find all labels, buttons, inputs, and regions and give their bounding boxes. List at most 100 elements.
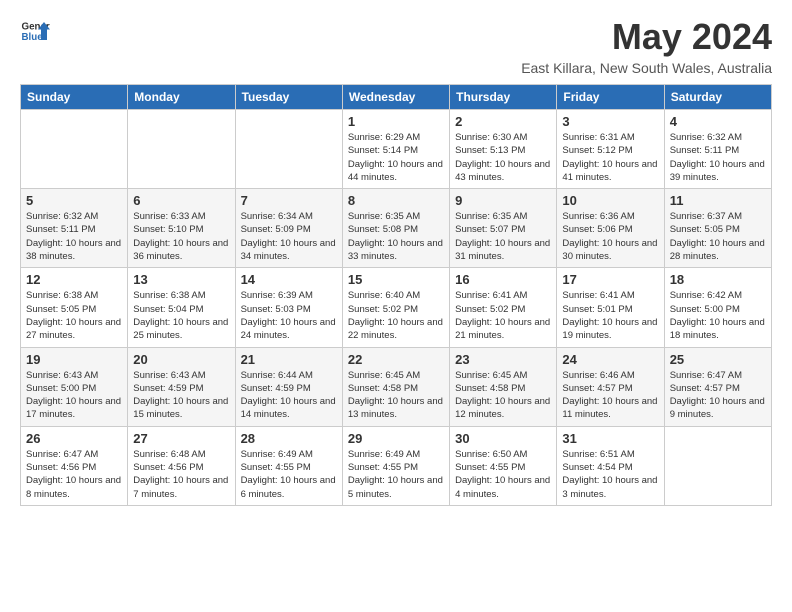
col-wednesday: Wednesday	[342, 85, 449, 110]
daylight-text: Daylight: 10 hours and 9 minutes.	[670, 396, 765, 420]
col-saturday: Saturday	[664, 85, 771, 110]
day-info: Sunrise: 6:32 AMSunset: 5:11 PMDaylight:…	[670, 131, 766, 184]
col-tuesday: Tuesday	[235, 85, 342, 110]
calendar-table: Sunday Monday Tuesday Wednesday Thursday…	[20, 84, 772, 506]
daylight-text: Daylight: 10 hours and 15 minutes.	[133, 396, 228, 420]
day-number: 7	[241, 193, 337, 208]
sunrise-text: Sunrise: 6:32 AM	[26, 211, 98, 222]
sunrise-text: Sunrise: 6:29 AM	[348, 132, 420, 143]
day-number: 16	[455, 272, 551, 287]
daylight-text: Daylight: 10 hours and 24 minutes.	[241, 317, 336, 341]
day-info: Sunrise: 6:34 AMSunset: 5:09 PMDaylight:…	[241, 210, 337, 263]
day-number: 13	[133, 272, 229, 287]
sunrise-text: Sunrise: 6:39 AM	[241, 290, 313, 301]
table-row	[664, 426, 771, 505]
day-info: Sunrise: 6:35 AMSunset: 5:07 PMDaylight:…	[455, 210, 551, 263]
table-row: 29Sunrise: 6:49 AMSunset: 4:55 PMDayligh…	[342, 426, 449, 505]
table-row: 24Sunrise: 6:46 AMSunset: 4:57 PMDayligh…	[557, 347, 664, 426]
calendar-week-row: 1Sunrise: 6:29 AMSunset: 5:14 PMDaylight…	[21, 110, 772, 189]
day-info: Sunrise: 6:37 AMSunset: 5:05 PMDaylight:…	[670, 210, 766, 263]
day-info: Sunrise: 6:48 AMSunset: 4:56 PMDaylight:…	[133, 448, 229, 501]
table-row: 28Sunrise: 6:49 AMSunset: 4:55 PMDayligh…	[235, 426, 342, 505]
sunset-text: Sunset: 4:58 PM	[455, 383, 525, 394]
sunset-text: Sunset: 5:11 PM	[670, 145, 740, 156]
day-info: Sunrise: 6:43 AMSunset: 4:59 PMDaylight:…	[133, 369, 229, 422]
day-info: Sunrise: 6:31 AMSunset: 5:12 PMDaylight:…	[562, 131, 658, 184]
daylight-text: Daylight: 10 hours and 25 minutes.	[133, 317, 228, 341]
day-number: 14	[241, 272, 337, 287]
sunrise-text: Sunrise: 6:51 AM	[562, 449, 634, 460]
day-number: 28	[241, 431, 337, 446]
daylight-text: Daylight: 10 hours and 12 minutes.	[455, 396, 550, 420]
sunset-text: Sunset: 5:12 PM	[562, 145, 632, 156]
sunset-text: Sunset: 4:55 PM	[241, 462, 311, 473]
day-info: Sunrise: 6:32 AMSunset: 5:11 PMDaylight:…	[26, 210, 122, 263]
day-info: Sunrise: 6:41 AMSunset: 5:01 PMDaylight:…	[562, 289, 658, 342]
page-header: General Blue May 2024 East Killara, New …	[20, 16, 772, 76]
table-row: 27 Sunrise: 6:48 AMSunset: 4:56 PMDayligh…	[128, 426, 235, 505]
sunset-text: Sunset: 4:55 PM	[348, 462, 418, 473]
col-friday: Friday	[557, 85, 664, 110]
sunrise-text: Sunrise: 6:43 AM	[26, 370, 98, 381]
day-number: 23	[455, 352, 551, 367]
day-info: Sunrise: 6:39 AMSunset: 5:03 PMDaylight:…	[241, 289, 337, 342]
sunrise-text: Sunrise: 6:49 AM	[241, 449, 313, 460]
table-row: 15Sunrise: 6:40 AMSunset: 5:02 PMDayligh…	[342, 268, 449, 347]
day-number: 24	[562, 352, 658, 367]
day-info: Sunrise: 6:33 AMSunset: 5:10 PMDaylight:…	[133, 210, 229, 263]
calendar-header-row: Sunday Monday Tuesday Wednesday Thursday…	[21, 85, 772, 110]
month-title: May 2024	[521, 16, 772, 58]
daylight-text: Daylight: 10 hours and 5 minutes.	[348, 475, 443, 499]
sunset-text: Sunset: 5:13 PM	[455, 145, 525, 156]
day-info: Sunrise: 6:47 AMSunset: 4:57 PMDaylight:…	[670, 369, 766, 422]
sunrise-text: Sunrise: 6:31 AM	[562, 132, 634, 143]
sunrise-text: Sunrise: 6:35 AM	[455, 211, 527, 222]
calendar-week-row: 12Sunrise: 6:38 AMSunset: 5:05 PMDayligh…	[21, 268, 772, 347]
table-row: 26Sunrise: 6:47 AMSunset: 4:56 PMDayligh…	[21, 426, 128, 505]
table-row	[235, 110, 342, 189]
col-monday: Monday	[128, 85, 235, 110]
sunset-text: Sunset: 5:05 PM	[670, 224, 740, 235]
day-number: 21	[241, 352, 337, 367]
sunrise-text: Sunrise: 6:45 AM	[348, 370, 420, 381]
day-info: Sunrise: 6:44 AMSunset: 4:59 PMDaylight:…	[241, 369, 337, 422]
day-info: Sunrise: 6:30 AMSunset: 5:13 PMDaylight:…	[455, 131, 551, 184]
sunrise-text: Sunrise: 6:45 AM	[455, 370, 527, 381]
daylight-text: Daylight: 10 hours and 8 minutes.	[26, 475, 121, 499]
daylight-text: Daylight: 10 hours and 22 minutes.	[348, 317, 443, 341]
table-row: 11 Sunrise: 6:37 AMSunset: 5:05 PMDayligh…	[664, 189, 771, 268]
table-row: 4Sunrise: 6:32 AMSunset: 5:11 PMDaylight…	[664, 110, 771, 189]
calendar-week-row: 19Sunrise: 6:43 AMSunset: 5:00 PMDayligh…	[21, 347, 772, 426]
day-info: Sunrise: 6:43 AMSunset: 5:00 PMDaylight:…	[26, 369, 122, 422]
table-row: 6Sunrise: 6:33 AMSunset: 5:10 PMDaylight…	[128, 189, 235, 268]
day-info: Sunrise: 6:45 AMSunset: 4:58 PMDaylight:…	[348, 369, 444, 422]
sunset-text: Sunset: 4:57 PM	[562, 383, 632, 394]
sunset-text: Sunset: 4:58 PM	[348, 383, 418, 394]
daylight-text: Daylight: 10 hours and 3 minutes.	[562, 475, 657, 499]
daylight-text: Daylight: 10 hours and 4 minutes.	[455, 475, 550, 499]
day-info: Sunrise: 6:38 AMSunset: 5:05 PMDaylight:…	[26, 289, 122, 342]
table-row: 21 Sunrise: 6:44 AMSunset: 4:59 PMDayligh…	[235, 347, 342, 426]
sunset-text: Sunset: 5:02 PM	[348, 304, 418, 315]
sunrise-text: Sunrise: 6:35 AM	[348, 211, 420, 222]
col-sunday: Sunday	[21, 85, 128, 110]
day-number: 31	[562, 431, 658, 446]
daylight-text: Daylight: 10 hours and 33 minutes.	[348, 238, 443, 262]
sunrise-text: Sunrise: 6:32 AM	[670, 132, 742, 143]
sunset-text: Sunset: 5:07 PM	[455, 224, 525, 235]
day-info: Sunrise: 6:47 AMSunset: 4:56 PMDaylight:…	[26, 448, 122, 501]
day-number: 5	[26, 193, 122, 208]
day-number: 3	[562, 114, 658, 129]
day-number: 30	[455, 431, 551, 446]
day-number: 27	[133, 431, 229, 446]
col-thursday: Thursday	[450, 85, 557, 110]
logo: General Blue	[20, 16, 50, 46]
day-number: 11	[670, 193, 766, 208]
sunset-text: Sunset: 5:02 PM	[455, 304, 525, 315]
day-info: Sunrise: 6:51 AMSunset: 4:54 PMDaylight:…	[562, 448, 658, 501]
sunrise-text: Sunrise: 6:38 AM	[133, 290, 205, 301]
sunset-text: Sunset: 5:08 PM	[348, 224, 418, 235]
sunset-text: Sunset: 4:57 PM	[670, 383, 740, 394]
sunrise-text: Sunrise: 6:33 AM	[133, 211, 205, 222]
day-number: 2	[455, 114, 551, 129]
